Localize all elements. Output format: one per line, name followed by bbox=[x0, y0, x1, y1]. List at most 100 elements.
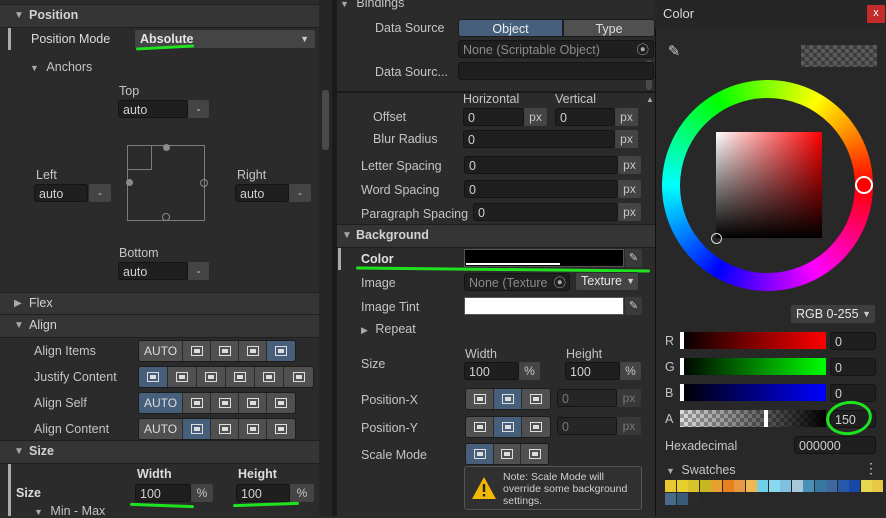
offset-horizontal-input[interactable]: 0 bbox=[463, 108, 524, 126]
color-swatch[interactable] bbox=[665, 480, 676, 492]
tab-type[interactable]: Type bbox=[563, 19, 655, 37]
letter-spacing-input[interactable]: 0 bbox=[464, 156, 618, 174]
paragraph-spacing-unit[interactable]: px bbox=[618, 203, 641, 221]
height-input[interactable]: 100 bbox=[236, 484, 290, 502]
offset-vertical-unit[interactable]: px bbox=[615, 108, 638, 126]
align-content-center-icon[interactable] bbox=[211, 419, 239, 439]
g-input[interactable]: 0 bbox=[830, 358, 876, 376]
a-slider-handle[interactable] bbox=[764, 410, 768, 427]
align-content-stretch-icon[interactable] bbox=[267, 419, 295, 439]
align-center-icon[interactable] bbox=[211, 341, 239, 361]
align-content-end-icon[interactable] bbox=[239, 419, 267, 439]
anchor-handle-left[interactable] bbox=[126, 179, 133, 186]
texture-type-dropdown[interactable]: Texture ▼ bbox=[575, 272, 639, 291]
size-section-header[interactable]: ▼ Size bbox=[0, 440, 319, 464]
eyedropper-icon[interactable]: ✎ bbox=[625, 297, 642, 315]
anchor-handle-right[interactable] bbox=[200, 179, 208, 187]
align-self-auto-button[interactable]: AUTO bbox=[139, 393, 183, 413]
bindings-foldout[interactable]: ▼ Bindings bbox=[340, 0, 404, 10]
image-tint-field[interactable] bbox=[464, 297, 624, 315]
anchor-handle-bottom[interactable] bbox=[162, 213, 170, 221]
color-swatch[interactable] bbox=[676, 480, 688, 492]
bg-height-input[interactable]: 100 bbox=[565, 362, 620, 380]
anchors-foldout[interactable]: ▼ Anchors bbox=[30, 60, 92, 74]
data-source-object-field[interactable]: None (Scriptable Object) ⦿ bbox=[458, 40, 654, 58]
justify-start-icon[interactable] bbox=[139, 367, 168, 387]
color-swatch[interactable] bbox=[803, 480, 814, 492]
width-input[interactable]: 100 bbox=[135, 484, 191, 502]
scale-mode-fill-icon[interactable] bbox=[521, 444, 548, 464]
color-swatch[interactable] bbox=[814, 480, 826, 492]
position-y-center-icon[interactable] bbox=[494, 417, 522, 437]
word-spacing-input[interactable]: 0 bbox=[464, 180, 618, 198]
close-button[interactable]: x bbox=[867, 5, 885, 23]
color-swatch[interactable] bbox=[791, 480, 803, 492]
align-stretch-icon[interactable] bbox=[267, 341, 295, 361]
color-swatch[interactable] bbox=[688, 480, 699, 492]
collapse-triangle-icon[interactable]: ▲ bbox=[646, 95, 654, 104]
b-slider-handle[interactable] bbox=[680, 384, 684, 401]
position-section-header[interactable]: ▼ Position bbox=[0, 4, 319, 28]
g-slider[interactable] bbox=[680, 358, 826, 375]
hue-handle[interactable] bbox=[855, 176, 873, 194]
color-field[interactable] bbox=[464, 249, 624, 267]
background-section-header[interactable]: ▼ Background bbox=[337, 224, 655, 248]
color-swatch[interactable] bbox=[780, 480, 791, 492]
justify-end-icon[interactable] bbox=[197, 367, 226, 387]
align-content-start-icon[interactable] bbox=[183, 419, 211, 439]
color-swatch[interactable] bbox=[676, 493, 688, 505]
justify-space-evenly-icon[interactable] bbox=[284, 367, 313, 387]
align-auto-button[interactable]: AUTO bbox=[139, 341, 183, 361]
letter-spacing-unit[interactable]: px bbox=[618, 156, 641, 174]
g-slider-handle[interactable] bbox=[680, 358, 684, 375]
position-y-unit[interactable]: px bbox=[617, 417, 641, 435]
color-swatch[interactable] bbox=[757, 480, 768, 492]
tab-object[interactable]: Object bbox=[458, 19, 563, 37]
a-slider[interactable] bbox=[680, 410, 826, 427]
right-minus-button[interactable]: - bbox=[289, 184, 311, 202]
position-x-right-icon[interactable] bbox=[522, 389, 550, 409]
align-self-start-icon[interactable] bbox=[183, 393, 211, 413]
position-x-unit[interactable]: px bbox=[617, 389, 641, 407]
r-slider-handle[interactable] bbox=[680, 332, 684, 349]
bg-height-unit[interactable]: % bbox=[620, 362, 641, 380]
color-swatch[interactable] bbox=[745, 480, 757, 492]
color-swatch[interactable] bbox=[860, 480, 872, 492]
position-x-center-icon[interactable] bbox=[494, 389, 522, 409]
b-slider[interactable] bbox=[680, 384, 826, 401]
scale-mode-stretch-icon[interactable] bbox=[466, 444, 494, 464]
scale-mode-fit-icon[interactable] bbox=[494, 444, 521, 464]
offset-vertical-input[interactable]: 0 bbox=[555, 108, 615, 126]
align-self-end-icon[interactable] bbox=[239, 393, 267, 413]
color-swatch[interactable] bbox=[665, 493, 676, 505]
object-picker-icon[interactable]: ⦿ bbox=[553, 274, 566, 292]
color-swatch[interactable] bbox=[826, 480, 837, 492]
object-picker-icon[interactable]: ⦿ bbox=[636, 41, 649, 59]
align-self-center-icon[interactable] bbox=[211, 393, 239, 413]
position-x-input[interactable]: 0 bbox=[557, 389, 617, 407]
align-section-header[interactable]: ▼ Align bbox=[0, 314, 319, 338]
position-y-input[interactable]: 0 bbox=[557, 417, 617, 435]
justify-space-between-icon[interactable] bbox=[226, 367, 255, 387]
justify-space-around-icon[interactable] bbox=[255, 367, 284, 387]
b-input[interactable]: 0 bbox=[830, 384, 876, 402]
swatches-menu-icon[interactable]: ⋮ bbox=[864, 460, 878, 477]
align-content-auto-button[interactable]: AUTO bbox=[139, 419, 183, 439]
position-y-bottom-icon[interactable] bbox=[522, 417, 550, 437]
top-minus-button[interactable]: - bbox=[188, 100, 209, 118]
right-input[interactable]: auto bbox=[235, 184, 289, 202]
bottom-minus-button[interactable]: - bbox=[188, 262, 209, 280]
anchor-handle-top[interactable] bbox=[163, 144, 170, 151]
eyedropper-icon[interactable]: ✎ bbox=[625, 249, 642, 267]
position-y-top-icon[interactable] bbox=[466, 417, 494, 437]
width-unit-button[interactable]: % bbox=[191, 484, 213, 502]
height-unit-button[interactable]: % bbox=[290, 484, 314, 502]
color-swatch[interactable] bbox=[699, 480, 711, 492]
swatches-foldout[interactable]: ▼ Swatches bbox=[666, 463, 736, 477]
repeat-foldout[interactable]: ▶ Repeat bbox=[361, 322, 416, 336]
color-swatch[interactable] bbox=[837, 480, 849, 492]
color-swatch[interactable] bbox=[849, 480, 860, 492]
word-spacing-unit[interactable]: px bbox=[618, 180, 641, 198]
flex-section-header[interactable]: ▶ Flex bbox=[0, 292, 319, 316]
r-slider[interactable] bbox=[680, 332, 826, 349]
